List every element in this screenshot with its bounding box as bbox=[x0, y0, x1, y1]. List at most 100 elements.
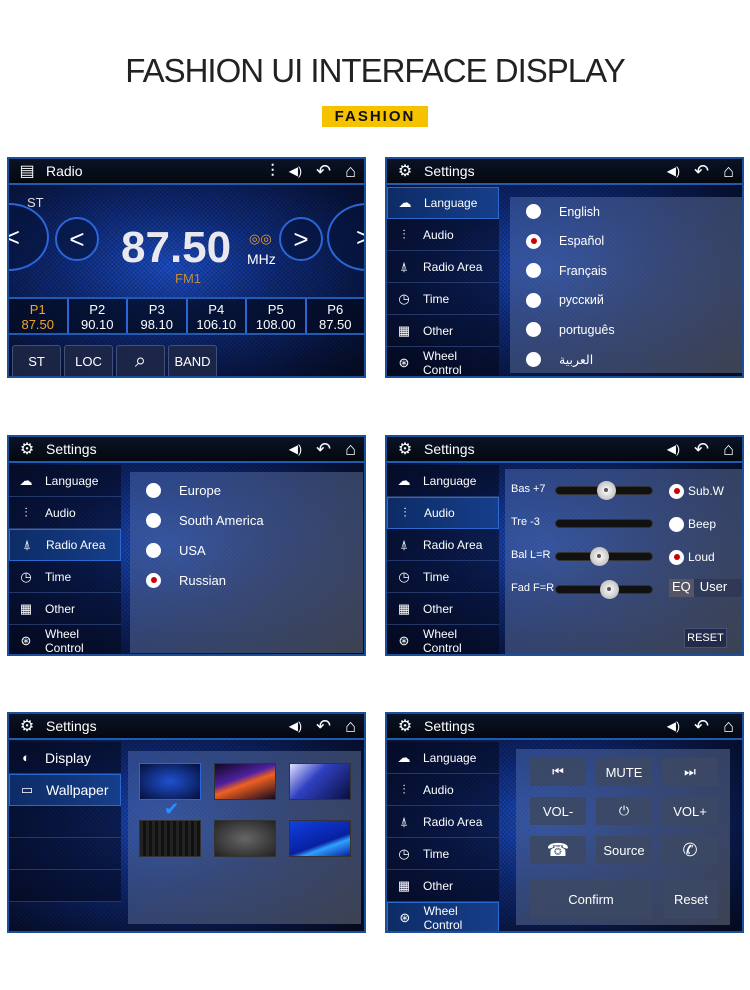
language-option[interactable]: العربية bbox=[510, 345, 742, 375]
slider-thumb[interactable] bbox=[599, 580, 619, 599]
radio-button[interactable] bbox=[526, 322, 541, 338]
sidebar-item-wheel-control[interactable]: ⊛ Wheel Control bbox=[387, 625, 499, 654]
audio-slider[interactable] bbox=[555, 580, 653, 599]
home-icon[interactable]: ⌂ bbox=[723, 440, 734, 458]
wallpaper-thumbnail-1[interactable] bbox=[139, 763, 201, 800]
volume-icon[interactable]: ◀) bbox=[667, 718, 680, 735]
volume-icon[interactable]: ◀) bbox=[667, 441, 680, 458]
radio-button[interactable] bbox=[526, 351, 541, 367]
region-option[interactable]: USA bbox=[130, 535, 363, 565]
wallpaper-thumbnail-3[interactable] bbox=[289, 763, 351, 800]
slider-thumb[interactable] bbox=[596, 481, 616, 500]
confirm-button[interactable]: Confirm bbox=[530, 879, 652, 919]
next-button[interactable]: > bbox=[279, 217, 323, 261]
toggle-loud[interactable]: Loud bbox=[653, 542, 715, 572]
wallpaper-thumbnail-4[interactable] bbox=[139, 820, 201, 857]
radio-button[interactable] bbox=[146, 512, 161, 528]
preset-p2[interactable]: P2 90.10 bbox=[69, 299, 128, 333]
sidebar-item-language[interactable]: ☁ Language bbox=[387, 465, 499, 497]
back-icon[interactable]: ↶ bbox=[694, 440, 709, 458]
region-option[interactable]: Russian bbox=[130, 565, 363, 595]
back-icon[interactable]: ↶ bbox=[316, 440, 331, 458]
st-button[interactable]: ST bbox=[12, 345, 61, 376]
seek-next-button[interactable]: >| bbox=[327, 203, 364, 271]
radio-button[interactable] bbox=[146, 482, 161, 498]
home-icon[interactable]: ⌂ bbox=[723, 717, 734, 735]
wheel-button-3[interactable]: ⏭ bbox=[662, 758, 718, 786]
wheel-button-9[interactable]: ✆ bbox=[662, 836, 718, 864]
radio-button[interactable] bbox=[526, 263, 541, 279]
volume-icon[interactable]: ◀) bbox=[667, 163, 680, 180]
band-button[interactable]: BAND bbox=[168, 345, 217, 376]
sidebar-item-other[interactable]: ▦ Other bbox=[9, 593, 121, 625]
wheel-button-8[interactable]: Source bbox=[596, 836, 652, 864]
sidebar-item-other[interactable]: ▦ Other bbox=[387, 870, 499, 902]
radio-button[interactable] bbox=[526, 292, 541, 308]
loc-button[interactable]: LOC bbox=[64, 345, 113, 376]
wheel-button-4[interactable]: VOL- bbox=[530, 797, 586, 825]
home-icon[interactable]: ⌂ bbox=[345, 440, 356, 458]
sidebar-item-wheel-control[interactable]: ⊛ Wheel Control bbox=[9, 625, 121, 654]
language-option[interactable]: Español bbox=[510, 227, 742, 257]
sidebar-item-radio-area[interactable]: ⍋ Radio Area bbox=[387, 529, 499, 561]
equalizer-icon[interactable]: ⫶ bbox=[270, 162, 275, 180]
sidebar-item-audio[interactable]: ⫶ Audio bbox=[387, 219, 499, 251]
sidebar-item-radio-area[interactable]: ⍋ Radio Area bbox=[9, 529, 121, 561]
radio-button[interactable] bbox=[146, 542, 161, 558]
home-icon[interactable]: ⌂ bbox=[345, 162, 356, 180]
language-option[interactable]: русский bbox=[510, 286, 742, 316]
region-option[interactable]: South America bbox=[130, 505, 363, 535]
volume-icon[interactable]: ◀) bbox=[289, 163, 302, 180]
sidebar-item-audio[interactable]: ⫶ Audio bbox=[9, 497, 121, 529]
sidebar-item-other[interactable]: ▦ Other bbox=[387, 593, 499, 625]
radio-button[interactable] bbox=[526, 204, 541, 220]
sidebar-item-audio[interactable]: ⫶ Audio bbox=[387, 497, 499, 529]
sidebar-item-time[interactable]: ◷ Time bbox=[9, 561, 121, 593]
seek-prev-button[interactable]: |< bbox=[9, 203, 49, 271]
toggle-subw[interactable]: Sub.W bbox=[653, 476, 724, 506]
eq-selector[interactable]: EQ User bbox=[669, 579, 742, 597]
volume-icon[interactable]: ◀) bbox=[289, 718, 302, 735]
sidebar-item-wheel-control[interactable]: ⊛ Wheel Control bbox=[387, 347, 499, 376]
prev-button[interactable]: < bbox=[55, 217, 99, 261]
preset-p4[interactable]: P4 106.10 bbox=[188, 299, 247, 333]
audio-slider[interactable] bbox=[555, 481, 653, 500]
language-option[interactable]: Français bbox=[510, 256, 742, 286]
back-icon[interactable]: ↶ bbox=[694, 717, 709, 735]
wheel-button-2[interactable]: MUTE bbox=[596, 758, 652, 786]
sidebar-item-other[interactable]: ▦ Other bbox=[387, 315, 499, 347]
language-option[interactable]: português bbox=[510, 315, 742, 345]
wheel-button-5[interactable]: ⏻ bbox=[596, 797, 652, 825]
back-icon[interactable]: ↶ bbox=[316, 717, 331, 735]
language-option[interactable]: English bbox=[510, 197, 742, 227]
audio-slider[interactable] bbox=[555, 519, 653, 528]
reset-button[interactable]: RESET bbox=[684, 628, 727, 648]
preset-p3[interactable]: P3 98.10 bbox=[128, 299, 188, 333]
radio-button[interactable] bbox=[526, 233, 541, 249]
home-icon[interactable]: ⌂ bbox=[723, 162, 734, 180]
search-button[interactable]: ⌕ bbox=[116, 345, 165, 376]
wallpaper-thumbnail-6[interactable] bbox=[289, 820, 351, 857]
sidebar-item-wallpaper[interactable]: ▭ Wallpaper bbox=[9, 774, 121, 806]
back-icon[interactable]: ↶ bbox=[316, 162, 331, 180]
sidebar-item-radio-area[interactable]: ⍋ Radio Area bbox=[387, 251, 499, 283]
sidebar-item-radio-area[interactable]: ⍋ Radio Area bbox=[387, 806, 499, 838]
sidebar-item-audio[interactable]: ⫶ Audio bbox=[387, 774, 499, 806]
reset-button[interactable]: Reset bbox=[664, 879, 718, 919]
region-option[interactable]: Europe bbox=[130, 475, 363, 505]
sidebar-item-time[interactable]: ◷ Time bbox=[387, 838, 499, 870]
wheel-button-1[interactable]: ⏮ bbox=[530, 758, 586, 786]
volume-icon[interactable]: ◀) bbox=[289, 441, 302, 458]
wheel-button-6[interactable]: VOL+ bbox=[662, 797, 718, 825]
wallpaper-thumbnail-5[interactable] bbox=[214, 820, 276, 857]
preset-p1[interactable]: P1 87.50 bbox=[9, 299, 69, 333]
wallpaper-thumbnail-2[interactable] bbox=[214, 763, 276, 800]
sidebar-item-language[interactable]: ☁ Language bbox=[387, 187, 499, 219]
audio-slider[interactable] bbox=[555, 547, 653, 566]
preset-p6[interactable]: P6 87.50 bbox=[307, 299, 365, 333]
sidebar-item-language[interactable]: ☁ Language bbox=[387, 742, 499, 774]
wheel-button-7[interactable]: ☎ bbox=[530, 836, 586, 864]
sidebar-item-display[interactable]: ◐ Display bbox=[9, 742, 121, 774]
sidebar-item-wheel-control[interactable]: ⊛ Wheel Control bbox=[387, 902, 499, 931]
radio-button[interactable] bbox=[146, 572, 161, 588]
